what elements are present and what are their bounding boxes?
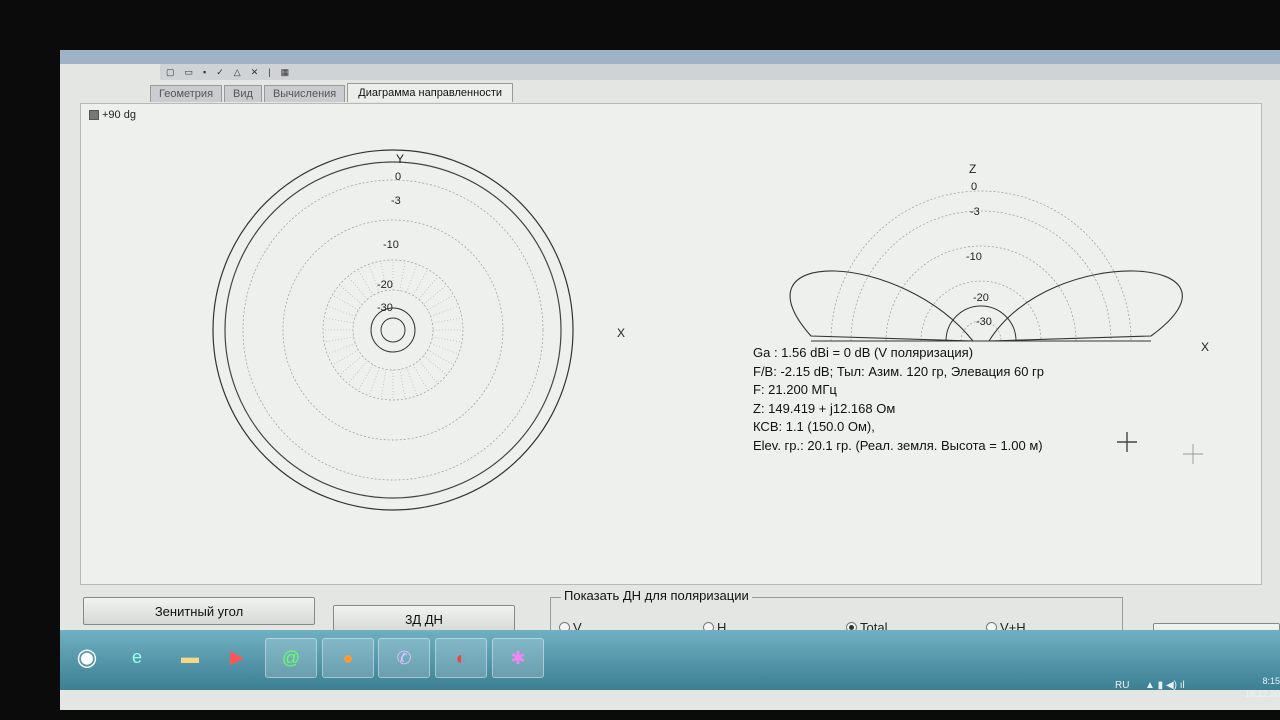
azimuth-center-ring — [380, 317, 406, 343]
azimuth-grid-spoke — [423, 284, 447, 305]
zenith-angle-button[interactable]: Зенитный угол — [83, 597, 315, 625]
azimuth-axis-y-label: Y — [396, 152, 405, 166]
azimuth-axis-x-label: X — [617, 326, 626, 340]
tray-clock[interactable]: 8:15 18.12.20 — [1245, 675, 1280, 701]
elevation-ring-label-20: -20 — [973, 292, 989, 304]
azimuth-ring-label-3: -3 — [391, 195, 401, 207]
elevation-axis-z-label: Z — [969, 162, 977, 176]
azimuth-grid-ring — [352, 289, 434, 371]
azimuth-grid-spoke — [347, 276, 368, 300]
elevation-ring-label-10: -10 — [966, 251, 982, 263]
windows-start-icon[interactable]: ◉ — [62, 638, 112, 676]
info-front-back: F/B: -2.15 dB; Тыл: Азим. 120 гр, Элевац… — [753, 363, 1045, 379]
azimuth-grid-spoke — [327, 343, 356, 355]
azimuth-grid-ring — [224, 161, 562, 499]
elevation-ring-label-30: -30 — [976, 316, 992, 328]
tray-time: 8:15 — [1262, 676, 1280, 686]
title-bar — [60, 50, 1280, 64]
windows-taskbar: ◉ e ▬ ▶ @ ● ✆ ◐ ✱ RU ▲ ▮ ◀) ıl 8:15 18.1… — [60, 630, 1280, 699]
pattern-panel: +90 dg Y X 0 -3 -10 -20 -30 Z X 0 -3 -10… — [80, 103, 1262, 585]
azimuth-grid-spoke — [368, 367, 380, 396]
media-player-icon[interactable]: ▶ — [212, 638, 262, 676]
elevation-ring-label-3: -3 — [970, 206, 980, 218]
azimuth-grid-spoke — [327, 305, 356, 317]
azimuth-grid-spoke — [406, 264, 418, 293]
azimuth-ring-label-0: 0 — [395, 171, 402, 183]
viber-icon[interactable]: ✆ — [378, 638, 430, 678]
antenna-info: Ga : 1.56 dBi = 0 dB (V поляризация) F/B… — [753, 344, 1044, 455]
azimuth-grid-spoke — [332, 294, 359, 311]
info-elevation: Elev. гр.: 20.1 гр. (Реал. земля. Высота… — [753, 437, 1043, 453]
azimuth-grid-spoke — [418, 360, 439, 384]
azimuth-grid-spoke — [406, 367, 418, 396]
crosshair-icon — [1117, 432, 1137, 452]
azimuth-grid-spoke — [339, 284, 363, 305]
ie-icon[interactable]: e — [112, 638, 162, 676]
firefox-icon[interactable]: ● — [322, 638, 374, 678]
info-swr: КСВ: 1.1 (150.0 Ом), — [753, 419, 875, 434]
tab-geometry[interactable]: Геометрия — [150, 85, 223, 102]
azimuth-grid-spoke — [339, 355, 363, 376]
open-file-icon[interactable]: ▭ — [185, 67, 194, 78]
azimuth-grid-spoke — [412, 269, 429, 296]
toolbar: ▢ ▭ ▪ ✓ △ ✕ | ▦ — [160, 64, 1280, 80]
azimuth-inner-ring — [370, 307, 416, 353]
azimuth-grid-spoke — [423, 355, 447, 376]
info-frequency: F: 21.200 МГц — [753, 382, 837, 397]
azimuth-grid-spoke — [357, 364, 374, 391]
azimuth-grid-spoke — [380, 369, 387, 399]
azimuth-ring-label-10: -10 — [383, 239, 399, 251]
azimuth-grid-spoke — [430, 305, 459, 317]
crosshair-icon — [1183, 444, 1203, 464]
tray-date: 18.12.20 — [1245, 689, 1280, 699]
elevation-axis-x-label: X — [1201, 340, 1210, 354]
info-impedance: Z: 149.419 + j12.168 Ом — [753, 400, 896, 416]
azimuth-grid-spoke — [412, 364, 429, 391]
triangle-icon[interactable]: △ — [234, 67, 241, 78]
elevation-grid-arc — [920, 280, 1042, 342]
azimuth-grid-spoke — [427, 349, 454, 366]
info-gain: Ga : 1.56 dBi = 0 dB (V поляризация) — [753, 345, 974, 360]
azimuth-grid-spoke — [399, 369, 406, 399]
tray-language[interactable]: RU — [1115, 680, 1129, 691]
new-file-icon[interactable]: ▢ — [166, 67, 175, 78]
azimuth-grid-spoke — [418, 276, 439, 300]
mail-agent-icon[interactable]: @ — [265, 638, 317, 678]
azimuth-grid-spoke — [430, 343, 459, 355]
check-icon[interactable]: ✓ — [216, 67, 224, 78]
azimuth-grid-spoke — [324, 317, 354, 324]
antenna-app-icon[interactable]: ✱ — [492, 638, 544, 678]
azimuth-grid-ring — [282, 219, 504, 441]
cursor-marks — [1117, 432, 1203, 464]
separator-icon: | — [268, 67, 271, 77]
azimuth-grid-spoke — [324, 336, 354, 343]
azimuth-grid-spoke — [399, 261, 406, 291]
azimuth-grid-spoke — [347, 360, 368, 384]
tab-radiation-pattern[interactable]: Диаграмма направленности — [347, 83, 514, 102]
tab-strip: Геометрия Вид Вычисления Диаграмма напра… — [150, 82, 515, 102]
azimuth-grid-spoke — [332, 349, 359, 366]
grid-icon[interactable]: ▦ — [281, 67, 290, 78]
tools-icon[interactable]: ✕ — [251, 67, 259, 78]
pattern-plot-area — [212, 149, 1203, 511]
elevation-ring-label-0: 0 — [971, 181, 978, 193]
polarization-group-title: Показать ДН для поляризации — [561, 588, 752, 603]
save-icon[interactable]: ▪ — [203, 67, 206, 77]
azimuth-ring-label-20: -20 — [377, 279, 393, 291]
azimuth-grid-spoke — [357, 269, 374, 296]
app-icon[interactable]: ◐ — [435, 638, 487, 678]
azimuth-grid-spoke — [432, 317, 462, 324]
azimuth-grid-ring — [242, 179, 544, 481]
elevation-pattern-left-lobe — [789, 270, 974, 342]
azimuth-grid-spoke — [427, 294, 454, 311]
tray-icons[interactable]: ▲ ▮ ◀) ıl — [1145, 680, 1185, 691]
azimuth-grid-spoke — [432, 336, 462, 343]
elevation-pattern-right-lobe — [988, 270, 1183, 342]
folder-icon[interactable]: ▬ — [165, 638, 215, 676]
azimuth-ring-label-30: -30 — [377, 302, 393, 314]
tab-view[interactable]: Вид — [224, 85, 262, 102]
pattern-3d-button[interactable]: 3Д ДН — [333, 605, 515, 633]
tab-calculations[interactable]: Вычисления — [263, 85, 346, 102]
